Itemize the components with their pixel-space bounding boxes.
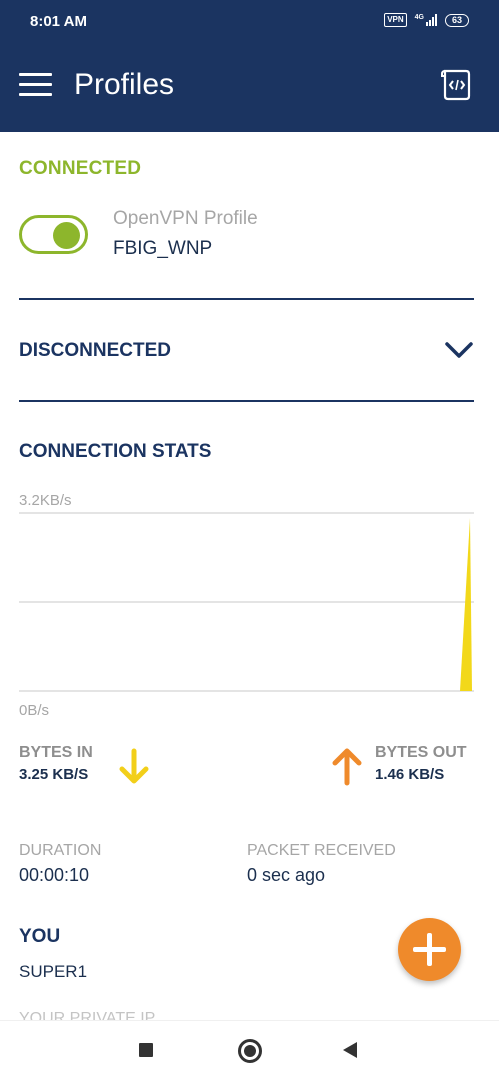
arrow-down-icon [119, 748, 149, 784]
connected-section-header: CONNECTED [19, 158, 142, 179]
recent-apps-icon[interactable] [139, 1043, 153, 1057]
home-icon[interactable] [238, 1039, 262, 1063]
packet-received-label: PACKET RECEIVED [247, 842, 396, 859]
add-profile-button[interactable] [398, 918, 461, 981]
toggle-knob [53, 222, 80, 249]
battery-icon: 63 [444, 13, 469, 27]
chevron-down-icon[interactable] [444, 340, 474, 360]
status-time: 8:01 AM [30, 13, 87, 30]
system-nav-bar [0, 1020, 499, 1080]
bytes-out-value: 1.46 KB/S [375, 766, 445, 783]
status-bar: 8:01 AM VPN 4G 63 [0, 0, 499, 40]
divider [19, 400, 474, 402]
bytes-in-label: BYTES IN [19, 744, 93, 761]
code-document-icon[interactable] [440, 68, 474, 102]
hamburger-menu-icon[interactable] [19, 73, 52, 97]
vpn-badge: VPN [384, 13, 407, 27]
arrow-up-icon [332, 748, 362, 786]
chart-min-label: 0B/s [19, 702, 50, 719]
traffic-chart [19, 512, 474, 692]
status-icons: VPN 4G 63 [384, 13, 469, 27]
signal-icon: 4G [415, 14, 437, 26]
disconnected-section-header[interactable]: DISCONNECTED [19, 340, 171, 362]
connection-stats-header: CONNECTION STATS [19, 441, 212, 462]
profile-type: OpenVPN Profile [113, 208, 258, 229]
profile-connection-toggle[interactable] [19, 215, 88, 254]
bytes-in-value: 3.25 KB/S [19, 766, 89, 783]
bytes-in-spike [460, 518, 472, 691]
you-value: SUPER1 [19, 962, 88, 981]
bytes-out-label: BYTES OUT [375, 744, 467, 761]
duration-value: 00:00:10 [19, 865, 90, 885]
duration-label: DURATION [19, 842, 102, 859]
you-label: YOU [19, 926, 61, 947]
divider [19, 298, 474, 300]
private-ip-label: YOUR PRIVATE IP [19, 1010, 156, 1020]
page-title: Profiles [74, 68, 175, 101]
back-icon[interactable] [343, 1042, 357, 1058]
network-type: 4G [414, 14, 424, 21]
profile-name[interactable]: FBIG_WNP [113, 238, 212, 260]
packet-received-value: 0 sec ago [247, 865, 326, 885]
app-bar: Profiles [0, 40, 499, 132]
